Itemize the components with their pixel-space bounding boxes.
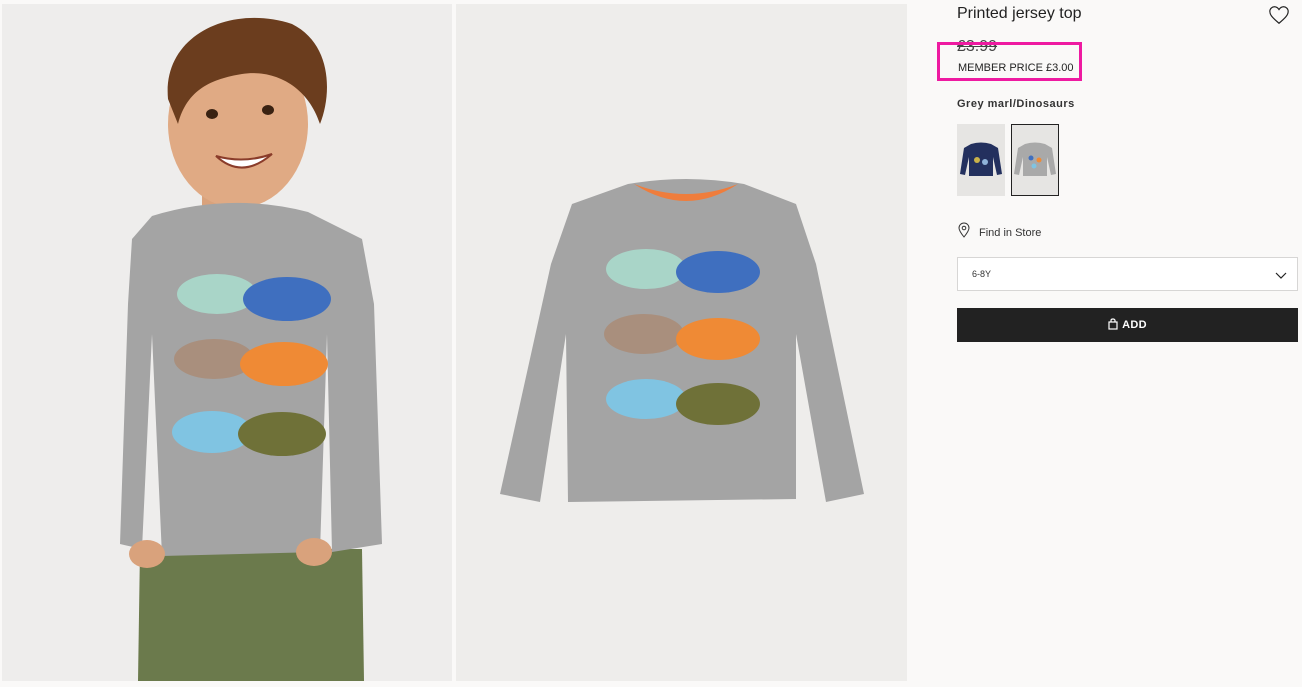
color-swatch-grey-marl[interactable] [1011, 124, 1059, 196]
product-title: Printed jersey top [957, 5, 1082, 22]
add-button-label: ADD [1122, 319, 1147, 331]
find-in-store-label: Find in Store [979, 226, 1042, 239]
add-to-bag-button[interactable]: ADD [957, 308, 1298, 342]
size-select-value: 6-8Y [972, 269, 992, 279]
product-image-model[interactable] [2, 4, 452, 681]
chevron-down-icon [1275, 268, 1287, 286]
heart-icon[interactable] [1268, 4, 1290, 26]
member-price-highlight [937, 42, 1082, 81]
product-info-panel: Printed jersey top £3.99 MEMBER PRICE £3… [937, 0, 1299, 687]
shopping-bag-icon [1108, 317, 1118, 333]
color-swatch-navy[interactable] [957, 124, 1005, 196]
product-image-flat[interactable] [456, 4, 907, 681]
location-pin-icon [957, 222, 971, 243]
color-label: Grey marl/Dinosaurs [957, 98, 1075, 110]
find-in-store-link[interactable]: Find in Store [957, 222, 1041, 243]
size-select[interactable]: 6-8Y [957, 257, 1298, 291]
